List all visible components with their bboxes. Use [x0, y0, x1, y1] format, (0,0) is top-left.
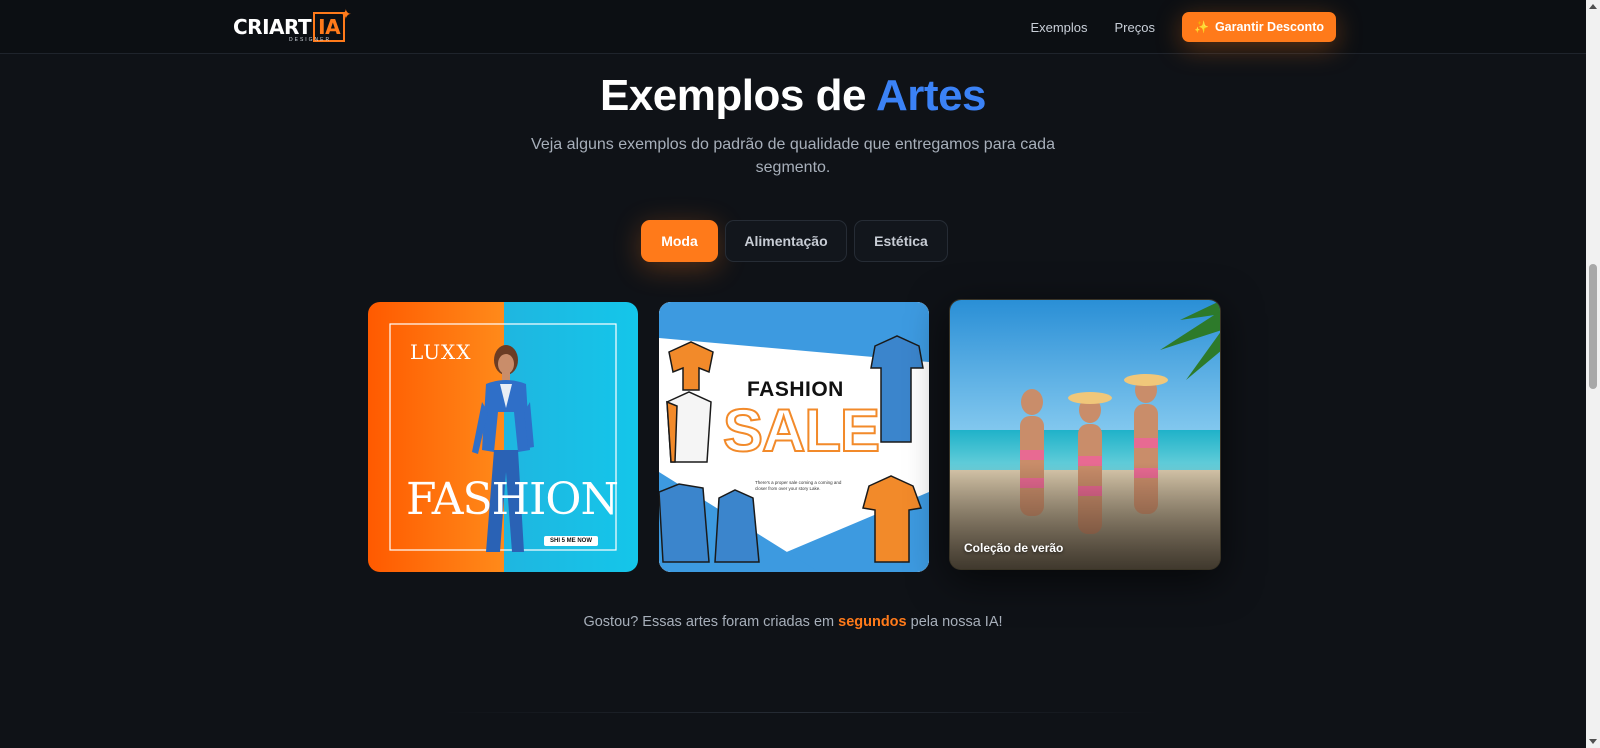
title-accent: Artes [876, 71, 987, 120]
top-navbar: CRIART IA DESIGNER ✦ Exemplos Preços ✨ Ga… [0, 0, 1586, 54]
nav-link-precos[interactable]: Preços [1115, 20, 1155, 35]
luxx-fashion-art [368, 302, 638, 572]
nav-link-exemplos[interactable]: Exemplos [1030, 20, 1087, 35]
beach-photo [950, 300, 1220, 569]
star-icon: ✦ [340, 6, 352, 22]
sale-headline: SALE [722, 396, 881, 465]
tab-estetica[interactable]: Estética [854, 220, 948, 262]
scroll-up-arrow-icon[interactable] [1589, 4, 1597, 9]
page-scrollbar[interactable] [1586, 0, 1600, 748]
sparkles-icon: ✨ [1193, 20, 1209, 34]
section-divider [440, 712, 1160, 713]
scrollbar-thumb[interactable] [1589, 264, 1597, 389]
example-card-luxx-fashion[interactable]: LUXX FASHION SHI 5 ME NOW [368, 302, 638, 572]
footer-note-after: pela nossa IA! [906, 614, 1003, 630]
logo-subtitle: DESIGNER [289, 37, 332, 43]
footer-note-before: Gostou? Essas artes foram criadas em [583, 614, 839, 630]
luxx-tag: SHI 5 ME NOW [544, 536, 599, 546]
example-card-fashion-sale[interactable]: FASHION SALE There's a proper sale comin… [659, 302, 929, 572]
luxx-brand: LUXX [410, 340, 472, 364]
logo-art: ART [269, 15, 312, 39]
logo-cri: CRI [233, 15, 270, 39]
garantir-desconto-button[interactable]: ✨ Garantir Desconto [1181, 12, 1336, 42]
example-card-colecao-verao[interactable]: Coleção de verão [949, 299, 1221, 570]
logo[interactable]: CRIART IA DESIGNER ✦ [233, 6, 352, 44]
luxx-headline: FASHION [406, 474, 619, 525]
segment-tabs: Moda Alimentação Estética [641, 220, 948, 262]
sale-body: There's a proper sale coming a coming an… [755, 480, 842, 491]
page: CRIART IA DESIGNER ✦ Exemplos Preços ✨ Ga… [0, 0, 1600, 748]
footer-note: Gostou? Essas artes foram criadas em seg… [0, 614, 1586, 630]
main-nav: Exemplos Preços ✨ Garantir Desconto [1030, 12, 1336, 42]
cta-label: Garantir Desconto [1214, 20, 1324, 34]
footer-note-highlight: segundos [838, 614, 907, 630]
section-title: Exemplos de Artes [0, 71, 1586, 121]
tab-alimentacao[interactable]: Alimentação [725, 220, 847, 262]
card-caption: Coleção de verão [964, 541, 1064, 555]
tab-moda[interactable]: Moda [641, 220, 718, 262]
scroll-down-arrow-icon[interactable] [1589, 739, 1597, 744]
title-main: Exemplos de [599, 71, 877, 120]
section-subtitle: Veja alguns exemplos do padrão de qualid… [531, 136, 1055, 176]
